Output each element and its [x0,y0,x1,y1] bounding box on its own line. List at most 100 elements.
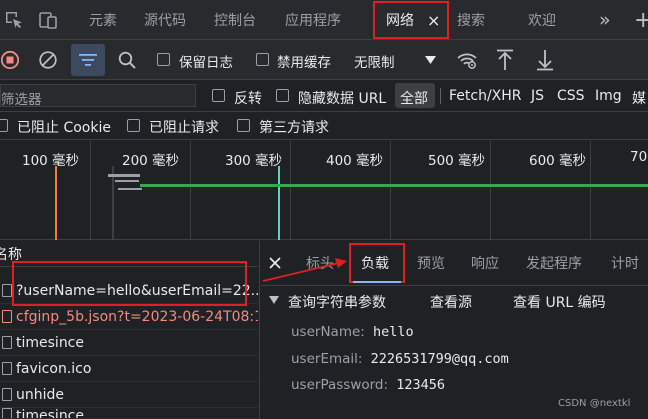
request-name: favicon.ico [16,360,92,377]
waiting-bar [108,174,140,177]
request-name: unhide [16,386,65,403]
param-key: userEmail: [291,351,363,367]
chevron-down-icon[interactable] [425,56,436,64]
table-row[interactable]: timesince [0,408,258,419]
tab-elements[interactable]: 元素 [89,0,117,40]
network-conditions-icon[interactable] [456,50,478,70]
filter-toggle-icon[interactable] [71,44,105,76]
param-row: userEmail: 2226531799@qq.com [291,351,509,367]
tab-console[interactable]: 控制台 [214,0,256,40]
blocked-requests-label: 已阻止请求 [149,120,219,136]
caret-down-icon[interactable] [269,296,279,304]
device-toolbar-icon[interactable] [38,10,58,30]
hide-data-urls-label: 隐藏数据 URL [298,91,387,107]
devtools-tab-bar: 元素 源代码 控制台 应用程序 网络 × 搜索 欢迎 » + [0,0,648,40]
tab-welcome[interactable]: 欢迎 [528,0,556,40]
invert-label: 反转 [234,91,262,107]
param-key: userPassword: [291,377,389,393]
waiting-bar [118,188,142,190]
tab-timing[interactable]: 计时 [611,241,639,285]
tab-sources[interactable]: 源代码 [144,0,186,40]
timeline-gridline [90,141,91,240]
param-row: userName: hello [291,324,414,340]
view-source-link[interactable]: 查看源 [430,292,472,312]
third-party-checkbox[interactable] [237,119,250,132]
timeline-gridline [490,141,491,240]
active-tab-indicator [353,281,401,283]
timeline-tick: 100 毫秒 [22,153,80,169]
tab-application[interactable]: 应用程序 [285,0,341,40]
filter-type-img[interactable]: Img [595,88,622,104]
invert-checkbox[interactable] [212,89,225,102]
tab-response[interactable]: 响应 [471,241,499,285]
tab-preview[interactable]: 预览 [417,241,445,285]
timeline-gridline [390,141,391,240]
table-row[interactable]: unhide [0,382,258,408]
throttling-select[interactable]: 无限制 [354,51,395,71]
inspect-element-icon[interactable] [4,10,24,30]
filter-type-all[interactable]: 全部 [400,88,428,108]
document-icon [2,336,12,349]
timeline-tick: 400 毫秒 [326,153,384,169]
import-har-icon[interactable] [496,49,514,71]
table-row[interactable]: cfginp_5b.json?t=2023-06-24T08:1 [0,304,258,330]
filter-type-media[interactable]: 媒 [632,88,646,108]
tab-search[interactable]: 搜索 [457,0,485,40]
disable-cache-checkbox[interactable] [256,53,269,66]
search-icon[interactable] [118,51,137,70]
param-value: hello [372,324,414,340]
timeline-gridline [290,141,291,240]
param-value: 123456 [396,377,445,393]
export-har-icon[interactable] [536,49,554,71]
request-list: 名称 ?userName=hello&userEmail=22... cfgin… [0,241,260,419]
view-url-encoded-link[interactable]: 查看 URL 编码 [513,292,606,312]
hide-data-urls-checkbox[interactable] [276,89,289,102]
annotation-box-request [12,261,247,306]
blocked-requests-checkbox[interactable] [127,119,140,132]
network-toolbar: 保留日志 禁用缓存 无限制 [0,40,648,80]
disable-cache-label: 禁用缓存 [277,55,331,71]
watermark: CSDN @nextkl [558,398,631,409]
filter-type-js[interactable]: JS [531,88,544,104]
timeline-tick: 70 [630,149,648,165]
dom-content-loaded-marker [55,166,57,240]
param-row: userPassword: 123456 [291,377,445,393]
document-icon [2,408,12,418]
table-row[interactable]: favicon.ico [0,356,258,382]
blocking-filter-bar: 已阻止 Cookie 已阻止请求 第三方请求 [0,112,648,140]
divider [440,88,441,104]
filter-bar: 筛选器 反转 隐藏数据 URL 全部 Fetch/XHR JS CSS Img … [0,80,648,112]
annotation-box-payload-tab [349,243,405,283]
record-stop-icon[interactable] [0,50,20,70]
third-party-label: 第三方请求 [259,120,329,136]
timeline-tick: 500 毫秒 [428,153,486,169]
timeline-gridline [190,141,191,240]
timeline-tick: 600 毫秒 [529,153,587,169]
filter-input[interactable]: 筛选器 [0,84,196,108]
more-tabs-icon[interactable]: » [599,0,611,40]
preserve-log-checkbox[interactable] [157,53,170,66]
filter-type-css[interactable]: CSS [557,88,585,104]
query-string-section-title[interactable]: 查询字符串参数 [288,292,386,312]
timeline-gridline [112,166,114,240]
filter-type-fetch-xhr[interactable]: Fetch/XHR [449,88,522,104]
error-document-icon [2,310,12,323]
blocked-cookies-checkbox[interactable] [0,119,8,132]
document-icon [2,362,12,375]
tab-initiator[interactable]: 发起程序 [526,241,582,285]
document-icon [2,284,12,297]
timeline-tick: 200 毫秒 [122,153,180,169]
param-key: userName: [291,324,365,340]
preserve-log-label: 保留日志 [179,55,233,71]
clear-icon[interactable] [38,50,58,70]
request-details-pane: 标头 负载 预览 响应 发起程序 计时 查询字符串参数 查看源 查看 URL 编… [261,241,648,419]
request-name: cfginp_5b.json?t=2023-06-24T08:1 [16,308,258,325]
add-tab-icon[interactable]: + [634,0,648,40]
waterfall-overview[interactable]: 100 毫秒 200 毫秒 300 毫秒 400 毫秒 500 毫秒 600 毫… [0,141,648,240]
annotation-box-network-tab [373,1,449,39]
param-value: 2226531799@qq.com [370,351,509,367]
request-name: timesince [16,334,84,351]
table-row[interactable]: timesince [0,330,258,356]
waiting-bar [115,180,139,182]
timeline-gridline [590,141,591,240]
